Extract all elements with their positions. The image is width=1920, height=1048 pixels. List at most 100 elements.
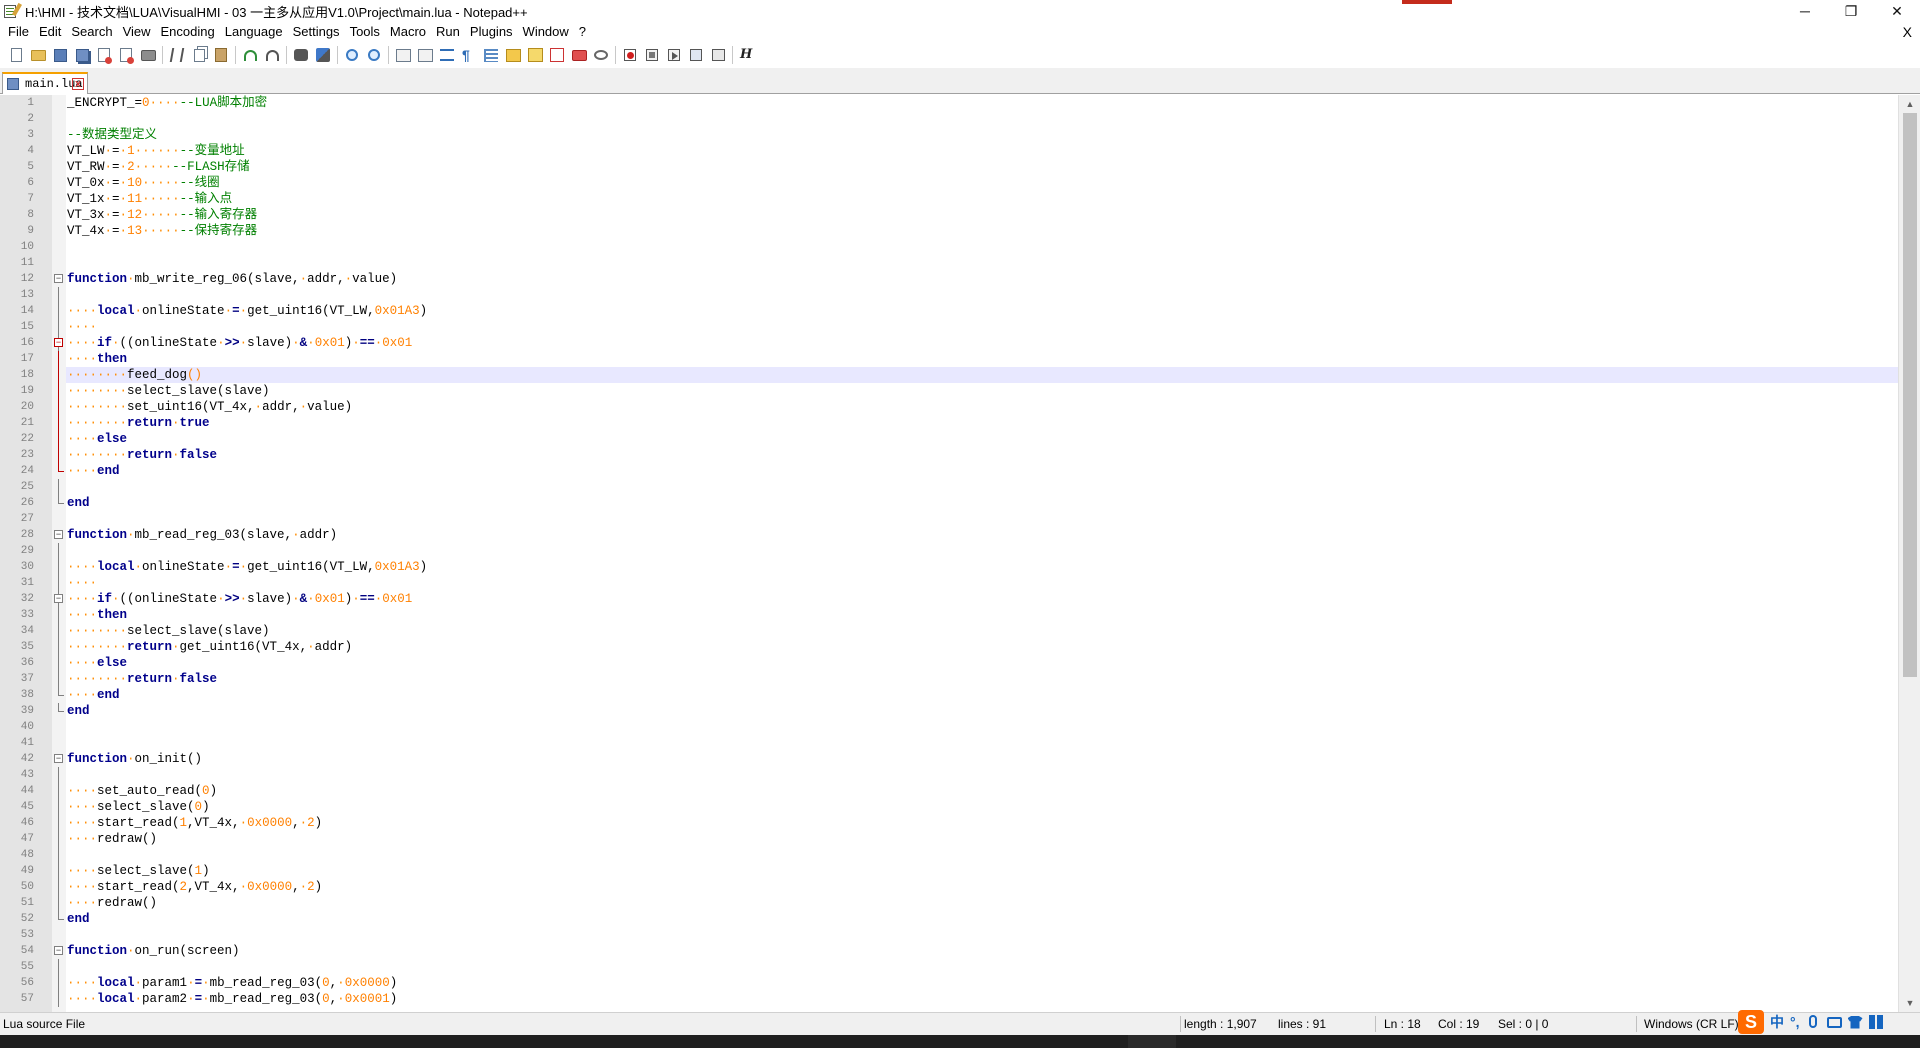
menu-tools[interactable]: Tools bbox=[345, 22, 385, 42]
code-line[interactable]: 7 VT_1x·=·11·····--输入点 bbox=[0, 191, 1898, 207]
code-line[interactable]: 43 bbox=[0, 767, 1898, 783]
code-line[interactable]: 44 ····set_auto_read(0) bbox=[0, 783, 1898, 799]
code-line[interactable]: 47 ····redraw() bbox=[0, 831, 1898, 847]
fold-toggle-icon[interactable]: − bbox=[54, 594, 63, 603]
menu-plugins[interactable]: Plugins bbox=[465, 22, 518, 42]
code-line[interactable]: 4 VT_LW·=·1······--变量地址 bbox=[0, 143, 1898, 159]
code-line[interactable]: 55 bbox=[0, 959, 1898, 975]
menu-view[interactable]: View bbox=[118, 22, 156, 42]
code-line[interactable]: 3 --数据类型定义 bbox=[0, 127, 1898, 143]
code-line[interactable]: 41 bbox=[0, 735, 1898, 751]
scroll-down-arrow-icon[interactable]: ▼ bbox=[1899, 994, 1920, 1012]
cut-button[interactable] bbox=[166, 44, 188, 66]
menu-macro[interactable]: Macro bbox=[385, 22, 431, 42]
close-document-button[interactable]: X bbox=[1903, 22, 1912, 42]
code-line[interactable]: 18 ········feed_dog() bbox=[0, 367, 1898, 383]
replace-button[interactable] bbox=[312, 44, 334, 66]
code-line[interactable]: 52 end bbox=[0, 911, 1898, 927]
menu-settings[interactable]: Settings bbox=[288, 22, 345, 42]
undo-button[interactable] bbox=[239, 44, 261, 66]
run-multiple-button[interactable] bbox=[685, 44, 707, 66]
minimize-button[interactable]: ─ bbox=[1782, 0, 1828, 22]
sogou-logo-icon[interactable]: S bbox=[1738, 1010, 1764, 1034]
fold-toggle-icon[interactable]: − bbox=[54, 274, 63, 283]
code-line[interactable]: 40 bbox=[0, 719, 1898, 735]
status-eol-format[interactable]: Windows (CR LF) bbox=[1644, 1013, 1739, 1035]
show-all-chars-button[interactable]: ¶ bbox=[458, 44, 480, 66]
menu-edit[interactable]: Edit bbox=[34, 22, 66, 42]
code-line[interactable]: 31 ···· bbox=[0, 575, 1898, 591]
skin-shirt-icon[interactable] bbox=[1847, 1015, 1863, 1030]
close-window-button[interactable]: ✕ bbox=[1874, 0, 1920, 22]
tab-main-lua[interactable]: main.lua x bbox=[2, 72, 88, 94]
code-line[interactable]: 14 ····local·onlineState·=·get_uint16(VT_… bbox=[0, 303, 1898, 319]
fold-toggle-icon[interactable]: − bbox=[54, 754, 63, 763]
code-line[interactable]: 37 ········return·false bbox=[0, 671, 1898, 687]
code-line[interactable]: 20 ········set_uint16(VT_4x,·addr,·value) bbox=[0, 399, 1898, 415]
code-line[interactable]: 56 ····local·param1·=·mb_read_reg_03(0,·0… bbox=[0, 975, 1898, 991]
monitor-button[interactable] bbox=[590, 44, 612, 66]
code-line[interactable]: 49 ····select_slave(1) bbox=[0, 863, 1898, 879]
microphone-icon[interactable] bbox=[1806, 1014, 1821, 1030]
code-line[interactable]: 34 ········select_slave(slave) bbox=[0, 623, 1898, 639]
fold-toggle-icon[interactable]: − bbox=[54, 338, 63, 347]
record-macro-button[interactable] bbox=[619, 44, 641, 66]
code-line[interactable]: 39 end bbox=[0, 703, 1898, 719]
zoom-out-button[interactable] bbox=[363, 44, 385, 66]
toolbox-grid-icon[interactable] bbox=[1868, 1014, 1884, 1030]
code-line[interactable]: 42 − function·on_init() bbox=[0, 751, 1898, 767]
new-file-button[interactable] bbox=[5, 44, 27, 66]
close-all-button[interactable] bbox=[115, 44, 137, 66]
code-line[interactable]: 26 end bbox=[0, 495, 1898, 511]
code-line[interactable]: 36 ····else bbox=[0, 655, 1898, 671]
code-line[interactable]: 22 ····else bbox=[0, 431, 1898, 447]
tab-close-icon[interactable]: x bbox=[72, 78, 84, 90]
folder-workspace-button[interactable] bbox=[568, 44, 590, 66]
menu-encoding[interactable]: Encoding bbox=[156, 22, 220, 42]
code-line[interactable]: 21 ········return·true bbox=[0, 415, 1898, 431]
code-editor[interactable]: 1 _ENCRYPT_=0····--LUA脚本加密 2 3 --数据类型定义 4 VT_L… bbox=[0, 95, 1920, 1012]
save-button[interactable] bbox=[49, 44, 71, 66]
code-line[interactable]: 45 ····select_slave(0) bbox=[0, 799, 1898, 815]
function-list-button[interactable] bbox=[546, 44, 568, 66]
code-line[interactable]: 6 VT_0x·=·10·····--线圈 bbox=[0, 175, 1898, 191]
code-line[interactable]: 11 bbox=[0, 255, 1898, 271]
print-button[interactable] bbox=[137, 44, 159, 66]
redo-button[interactable] bbox=[261, 44, 283, 66]
code-line[interactable]: 48 bbox=[0, 847, 1898, 863]
sync-scroll-v-button[interactable] bbox=[392, 44, 414, 66]
scroll-up-arrow-icon[interactable]: ▲ bbox=[1899, 95, 1920, 113]
code-line[interactable]: 57 ····local·param2·=·mb_read_reg_03(0,·0… bbox=[0, 991, 1898, 1007]
ime-punctuation-toggle[interactable]: °, bbox=[1790, 1014, 1800, 1030]
code-line[interactable]: 50 ····start_read(2,VT_4x,·0x0000,·2) bbox=[0, 879, 1898, 895]
code-line[interactable]: 1 _ENCRYPT_=0····--LUA脚本加密 bbox=[0, 95, 1898, 111]
code-line[interactable]: 2 bbox=[0, 111, 1898, 127]
menu-language[interactable]: Language bbox=[220, 22, 288, 42]
code-line[interactable]: 23 ········return·false bbox=[0, 447, 1898, 463]
code-line[interactable]: 35 ········return·get_uint16(VT_4x,·addr) bbox=[0, 639, 1898, 655]
code-line[interactable]: 33 ····then bbox=[0, 607, 1898, 623]
zoom-in-button[interactable] bbox=[341, 44, 363, 66]
paste-button[interactable] bbox=[210, 44, 232, 66]
code-line[interactable]: 10 bbox=[0, 239, 1898, 255]
code-line[interactable]: 19 ········select_slave(slave) bbox=[0, 383, 1898, 399]
menu-file[interactable]: File bbox=[3, 22, 34, 42]
menu-run[interactable]: Run bbox=[431, 22, 465, 42]
code-line[interactable]: 53 bbox=[0, 927, 1898, 943]
language-button[interactable] bbox=[502, 44, 524, 66]
fold-toggle-icon[interactable]: − bbox=[54, 946, 63, 955]
copy-button[interactable] bbox=[188, 44, 210, 66]
menu-help[interactable]: ? bbox=[574, 22, 591, 42]
sync-scroll-h-button[interactable] bbox=[414, 44, 436, 66]
code-line[interactable]: 8 VT_3x·=·12·····--输入寄存器 bbox=[0, 207, 1898, 223]
restore-button[interactable]: ❐ bbox=[1828, 0, 1874, 22]
code-line[interactable]: 5 VT_RW·=·2·····--FLASH存储 bbox=[0, 159, 1898, 175]
doc-map-button[interactable] bbox=[524, 44, 546, 66]
scroll-thumb[interactable] bbox=[1903, 113, 1917, 677]
code-line[interactable]: 9 VT_4x·=·13·····--保持寄存器 bbox=[0, 223, 1898, 239]
ime-language-toggle[interactable]: 中 bbox=[1770, 1012, 1784, 1032]
code-line[interactable]: 25 bbox=[0, 479, 1898, 495]
menu-search[interactable]: Search bbox=[66, 22, 117, 42]
indent-guide-button[interactable] bbox=[480, 44, 502, 66]
code-line[interactable]: 13 bbox=[0, 287, 1898, 303]
